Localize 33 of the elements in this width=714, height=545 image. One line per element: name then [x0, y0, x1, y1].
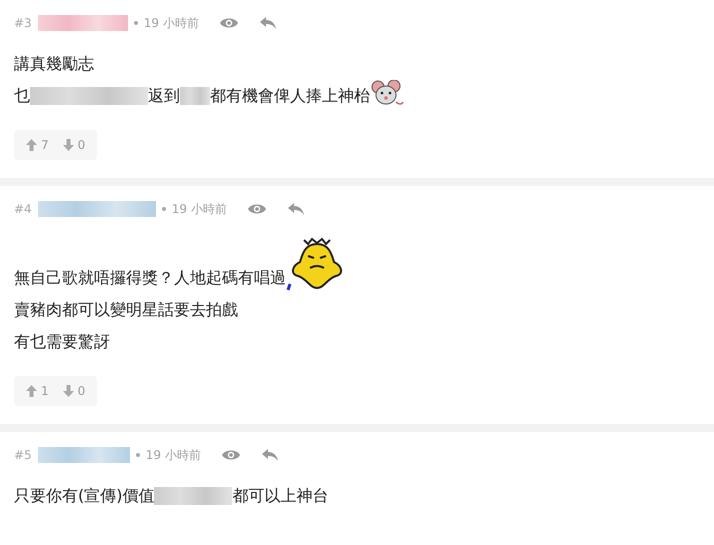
downvote-button[interactable]: 0	[62, 384, 86, 398]
post-number: #5	[14, 448, 32, 462]
comment-text: 都有機會俾人捧上神枱	[210, 85, 370, 107]
comment-text: 返到	[148, 85, 180, 107]
separator-dot	[136, 453, 140, 457]
post-time: 19 小時前	[146, 446, 201, 464]
upvote-button[interactable]: 7	[26, 138, 49, 152]
post-time: 19 小時前	[144, 14, 199, 32]
up-arrow-icon	[26, 139, 37, 151]
reply-icon[interactable]	[286, 202, 305, 216]
eye-icon[interactable]	[246, 202, 267, 216]
comment-text: 有乜需要驚訝	[14, 331, 110, 353]
comment-text: 只要你有(宣傳)價值	[14, 485, 154, 507]
comment-text: 都可以上神台	[232, 485, 328, 507]
post-number: #3	[14, 16, 32, 30]
reply-icon[interactable]	[260, 448, 279, 462]
eye-icon[interactable]	[218, 16, 239, 30]
upvote-button[interactable]: 1	[26, 384, 49, 398]
down-arrow-icon	[62, 139, 74, 151]
comment-text: 講真幾勵志	[14, 53, 94, 75]
comment-text: 乜	[14, 85, 30, 107]
redacted-text	[180, 87, 210, 105]
eye-icon[interactable]	[220, 448, 241, 462]
reply-icon[interactable]	[258, 16, 277, 30]
downvote-button[interactable]: 0	[62, 138, 86, 152]
comment-text: 無自己歌就唔攞得獎？人地起碼有唱過	[14, 267, 286, 289]
separator-dot	[162, 207, 166, 211]
comment-text: 賣豬肉都可以變明星話要去拍戲	[14, 299, 238, 321]
separator-dot	[134, 21, 138, 25]
down-arrow-icon	[62, 385, 74, 397]
post-number: #4	[14, 202, 32, 216]
up-arrow-icon	[26, 385, 37, 397]
post-time: 19 小時前	[172, 200, 227, 218]
